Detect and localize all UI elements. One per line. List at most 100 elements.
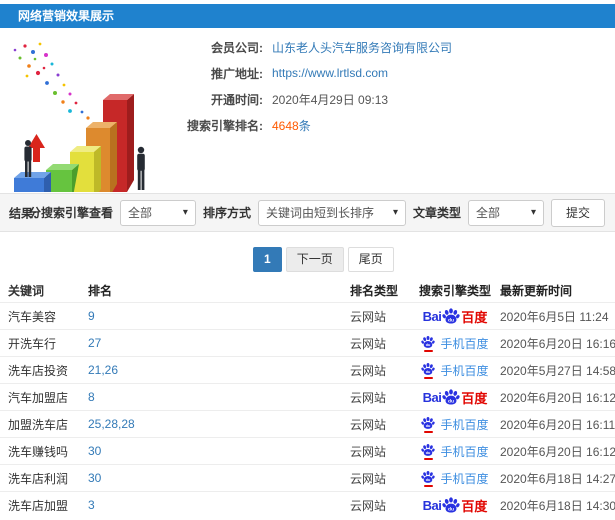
cell-keyword: 汽车美容 bbox=[8, 309, 57, 324]
cell-keyword: 洗车店投资 bbox=[8, 363, 69, 378]
rank-value: 4648条 bbox=[272, 117, 311, 134]
engine-select-value: 全部 bbox=[127, 206, 152, 220]
engine-select[interactable]: 全部 bbox=[119, 199, 196, 226]
header-rank-type: 排名类型 bbox=[350, 283, 399, 298]
cell-rank-link[interactable]: 9 bbox=[88, 309, 350, 323]
baidu-paw-icon bbox=[442, 388, 460, 406]
cell-engine: 手机百度 bbox=[410, 362, 500, 379]
filter-controls: 分搜索引擎查看 全部 排序方式 关键词由短到长排序 文章类型 全部 提交 bbox=[29, 198, 605, 227]
table-row: 汽车加盟店 8 云网站 Bai 百度 2020年6月20日 16:12 bbox=[0, 383, 615, 410]
person-right bbox=[137, 146, 145, 190]
cell-engine: 手机百度 bbox=[410, 470, 500, 487]
baidu-logo: Bai 百度 bbox=[422, 496, 488, 515]
cell-rank-type: 云网站 bbox=[350, 417, 387, 432]
cell-keyword: 加盟洗车店 bbox=[8, 417, 69, 432]
mobile-baidu-paw-icon bbox=[421, 362, 435, 379]
page-1-button[interactable]: 1 bbox=[253, 247, 282, 272]
cell-updated: 2020年5月27日 14:58 bbox=[500, 363, 615, 378]
page: 网络营销效果展示 会员公司: 山东老人头汽车服务咨询有限公司 推广地址: htt… bbox=[0, 0, 615, 520]
cell-keyword: 汽车加盟店 bbox=[8, 390, 69, 405]
cell-updated: 2020年6月18日 14:30 bbox=[500, 498, 615, 513]
cell-updated: 2020年6月20日 16:12 bbox=[500, 390, 615, 405]
article-type-select[interactable]: 全部 bbox=[467, 199, 544, 226]
cell-keyword: 开洗车行 bbox=[8, 336, 57, 351]
baidu-bai-text: Bai bbox=[422, 497, 442, 513]
cell-rank-link[interactable]: 25,28,28 bbox=[88, 417, 350, 431]
cell-updated: 2020年6月18日 14:27 bbox=[500, 471, 615, 486]
baidu-paw-icon bbox=[442, 307, 460, 325]
mobile-baidu-logo: 手机百度 bbox=[421, 416, 489, 433]
top-section: 会员公司: 山东老人头汽车服务咨询有限公司 推广地址: https://www.… bbox=[0, 28, 615, 192]
table-row: 加盟洗车店 25,28,28 云网站 手机百度 2020年6月20日 16:11 bbox=[0, 410, 615, 437]
submit-button[interactable]: 提交 bbox=[550, 198, 605, 227]
mobile-baidu-paw-icon bbox=[421, 470, 435, 487]
header-keyword: 关键词 bbox=[8, 283, 45, 298]
baidu-logo: Bai 百度 bbox=[422, 307, 488, 326]
baidu-du-text: 百度 bbox=[461, 309, 488, 325]
mobile-baidu-paw-icon bbox=[421, 335, 435, 352]
cell-keyword: 洗车赚钱吗 bbox=[8, 444, 69, 459]
baidu-du-text: 百度 bbox=[461, 498, 488, 514]
cell-rank-link[interactable]: 30 bbox=[88, 444, 350, 458]
sort-label: 排序方式 bbox=[202, 206, 251, 220]
promo-url-link[interactable]: https://www.lrtlsd.com bbox=[272, 66, 388, 80]
cell-rank-type: 云网站 bbox=[350, 309, 387, 324]
cell-rank-link[interactable]: 3 bbox=[88, 498, 350, 512]
cell-engine: 手机百度 bbox=[410, 335, 500, 352]
sort-select[interactable]: 关键词由短到长排序 bbox=[257, 199, 406, 226]
table-row: 洗车店利润 30 云网站 手机百度 2020年6月18日 14:27 bbox=[0, 464, 615, 491]
baidu-logo: Bai 百度 bbox=[423, 388, 488, 407]
mobile-baidu-label: 手机百度 bbox=[440, 363, 489, 378]
url-label: 推广地址: bbox=[211, 66, 263, 81]
header-rank: 排名 bbox=[88, 283, 113, 298]
cell-rank-type: 云网站 bbox=[350, 498, 387, 513]
baidu-du-text: 百度 bbox=[461, 390, 488, 406]
cell-rank-link[interactable]: 30 bbox=[88, 471, 350, 485]
table-row: 洗车店投资 21,26 云网站 手机百度 2020年5月27日 14:58 bbox=[0, 356, 615, 383]
table-header-row: 关键词 排名 排名类型 搜索引擎类型 最新更新时间 bbox=[0, 278, 615, 302]
rank-label: 搜索引擎排名: bbox=[187, 118, 263, 133]
rank-unit: 条 bbox=[298, 118, 311, 133]
cell-engine: Bai 百度 bbox=[410, 496, 500, 515]
cell-rank-link[interactable]: 27 bbox=[88, 336, 350, 350]
last-page-button[interactable]: 尾页 bbox=[347, 247, 394, 272]
header-updated: 最新更新时间 bbox=[500, 283, 573, 298]
article-type-label: 文章类型 bbox=[412, 206, 461, 220]
info-row-rank: 搜索引擎排名: 4648条 bbox=[155, 112, 452, 138]
mobile-baidu-paw-icon bbox=[421, 416, 435, 433]
cell-updated: 2020年6月20日 16:11 bbox=[500, 417, 615, 432]
baidu-bai-text: Bai bbox=[422, 308, 442, 324]
cell-rank-link[interactable]: 21,26 bbox=[88, 363, 350, 377]
article-type-select-value: 全部 bbox=[475, 206, 500, 220]
results-table: 关键词 排名 排名类型 搜索引擎类型 最新更新时间 汽车美容 9 云网站 Bai… bbox=[0, 278, 615, 518]
table-row: 开洗车行 27 云网站 手机百度 2020年6月20日 16:16 bbox=[0, 329, 615, 356]
cell-rank-type: 云网站 bbox=[350, 444, 387, 459]
cell-updated: 2020年6月20日 16:16 bbox=[500, 336, 615, 351]
open-time-value: 2020年4月29日 09:13 bbox=[272, 92, 389, 107]
mobile-baidu-paw-icon bbox=[421, 443, 435, 460]
mobile-baidu-label: 手机百度 bbox=[440, 444, 489, 459]
cell-rank-type: 云网站 bbox=[350, 390, 387, 405]
next-page-button[interactable]: 下一页 bbox=[285, 247, 344, 272]
company-link[interactable]: 山东老人头汽车服务咨询有限公司 bbox=[272, 39, 452, 56]
cell-updated: 2020年6月20日 16:12 bbox=[500, 444, 615, 459]
mobile-baidu-label: 手机百度 bbox=[440, 417, 489, 432]
cell-rank-type: 云网站 bbox=[350, 363, 387, 378]
cell-engine: 手机百度 bbox=[410, 416, 500, 433]
rank-count: 4648 bbox=[272, 118, 299, 133]
table-row: 洗车赚钱吗 30 云网站 手机百度 2020年6月20日 16:12 bbox=[0, 437, 615, 464]
bar-blue bbox=[14, 172, 51, 192]
mobile-baidu-logo: 手机百度 bbox=[421, 470, 489, 487]
baidu-paw-icon bbox=[442, 496, 460, 514]
mobile-baidu-label: 手机百度 bbox=[440, 336, 489, 351]
pagination: 1 下一页 尾页 bbox=[253, 247, 394, 272]
open-time-label: 开通时间: bbox=[211, 92, 263, 107]
cell-rank-link[interactable]: 8 bbox=[88, 390, 350, 404]
confetti-dots bbox=[13, 42, 90, 120]
info-row-url: 推广地址: https://www.lrtlsd.com bbox=[155, 60, 452, 86]
filter-bar: 结果: 分搜索引擎查看 全部 排序方式 关键词由短到长排序 文章类型 全部 提交 bbox=[0, 193, 615, 232]
mobile-baidu-logo: 手机百度 bbox=[421, 335, 489, 352]
cell-keyword: 洗车店加盟 bbox=[8, 498, 69, 513]
page-title: 网络营销效果展示 bbox=[0, 4, 615, 28]
mobile-baidu-logo: 手机百度 bbox=[421, 443, 489, 460]
